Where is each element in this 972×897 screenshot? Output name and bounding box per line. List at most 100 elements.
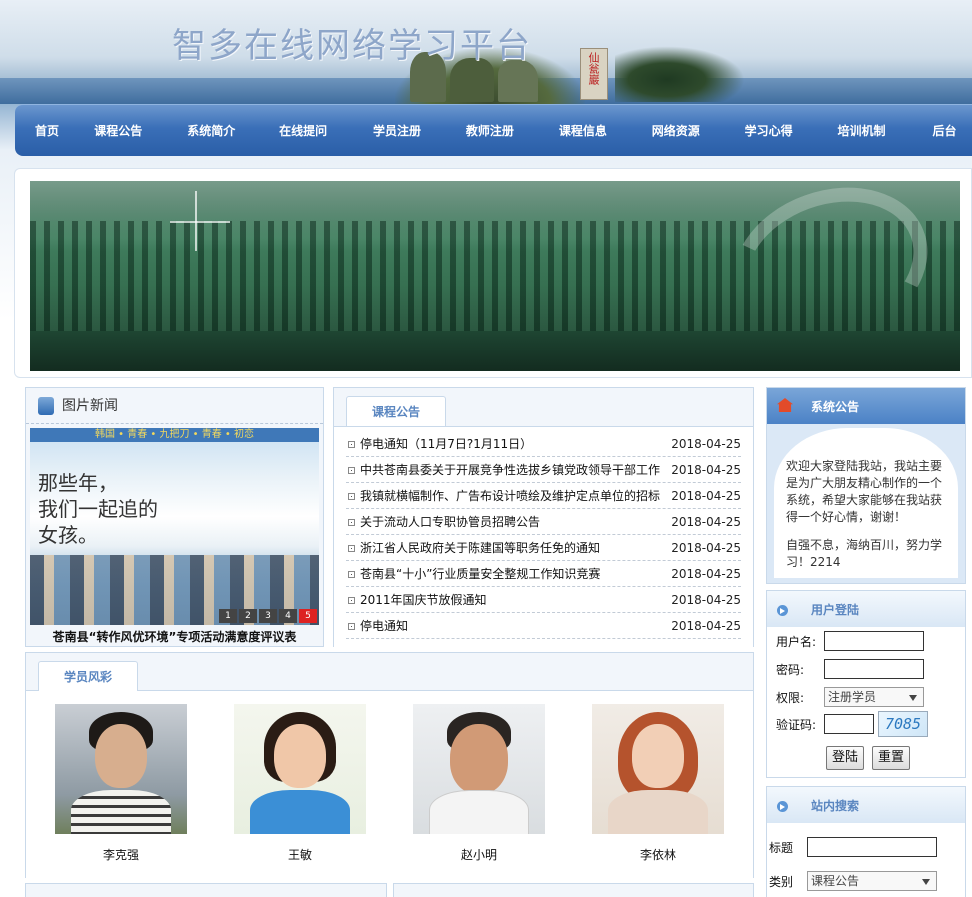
notice-item[interactable]: 2011年国庆节放假通知 2018-04-25: [346, 587, 741, 613]
notice-title[interactable]: 我镇就横幅制作、广告布设计喷绘及维护定点单位的招标: [360, 483, 671, 508]
nav-item-teacher-register[interactable]: 教师注册: [466, 122, 559, 139]
poster-topbar: 韩国 • 青春 • 九把刀 • 青春 • 初恋: [30, 428, 319, 442]
arrow-circle-icon: [777, 605, 788, 616]
username-label: 用户名:: [776, 634, 817, 649]
slide-page-button[interactable]: 3: [259, 609, 277, 623]
photo-body: [608, 790, 708, 834]
notice-date: 2018-04-25: [671, 541, 741, 555]
notice-title[interactable]: 关于流动人口专职协管员招聘公告: [360, 509, 671, 534]
password-label: 密码:: [776, 662, 805, 677]
header-stele: 仙瓮巖: [580, 48, 608, 100]
arrow-circle-icon: [777, 801, 788, 812]
chevron-down-icon: [922, 879, 930, 885]
student-card[interactable]: 李依林: [592, 704, 724, 863]
course-notice-panel: 停电通知（11月7日?1月11日） 2018-04-25 中共苍南县委关于开展竞争…: [333, 387, 754, 647]
nav-item-study-notes[interactable]: 学习心得: [745, 122, 838, 139]
tab-course-notice[interactable]: 课程公告: [346, 396, 447, 426]
username-input[interactable]: [824, 631, 924, 651]
notice-title[interactable]: 2011年国庆节放假通知: [360, 587, 671, 612]
notice-item[interactable]: 停电通知 2018-04-25: [346, 613, 741, 639]
photo-body: [71, 790, 171, 834]
nav-item-home[interactable]: 首页: [35, 122, 94, 139]
search-title-input[interactable]: [807, 837, 937, 857]
captcha-input[interactable]: [824, 714, 874, 734]
bottom-panel-left: [25, 883, 387, 897]
notice-title[interactable]: 中共苍南县委关于开展竞争性选拔乡镇党政领导干部工作: [360, 457, 671, 482]
notice-date: 2018-04-25: [671, 567, 741, 581]
search-title-label: 标题: [769, 840, 794, 855]
reset-button[interactable]: 重置: [872, 746, 911, 770]
picture-news-slide[interactable]: 韩国 • 青春 • 九把刀 • 青春 • 初恋 那些年， 我们一起追的 女孩。 …: [30, 428, 319, 625]
captcha-image[interactable]: 7085: [878, 711, 928, 737]
student-gallery-panel: 学员风彩 李克强 王敏 赵小明 李依林: [25, 652, 754, 878]
system-notice-panel: 系统公告 欢迎大家登陆我站，我站主要是为广大朋友精心制作的一个系统，希望大家能够…: [766, 387, 966, 584]
bullet-icon: [348, 571, 355, 578]
slide-page-button[interactable]: 1: [219, 609, 237, 623]
password-input[interactable]: [824, 659, 924, 679]
search-category-row: 类别 课程公告: [769, 870, 937, 892]
login-title: 用户登陆: [811, 603, 860, 617]
notice-item[interactable]: 浙江省人民政府关于陈建国等职务任免的通知 2018-04-25: [346, 535, 741, 561]
notice-date: 2018-04-25: [671, 437, 741, 451]
system-notice-title: 系统公告: [811, 400, 860, 414]
nav-item-course-info[interactable]: 课程信息: [559, 122, 652, 139]
bullet-icon: [348, 545, 355, 552]
nav-item-course-notice[interactable]: 课程公告: [94, 122, 187, 139]
notice-item[interactable]: 我镇就横幅制作、广告布设计喷绘及维护定点单位的招标 2018-04-25: [346, 483, 741, 509]
student-card[interactable]: 赵小明: [413, 704, 545, 863]
nav-item-admin[interactable]: 后台: [932, 122, 972, 139]
bullet-icon: [348, 441, 355, 448]
photo-face: [95, 724, 147, 788]
student-name: 赵小明: [460, 848, 497, 862]
photo-face: [632, 724, 684, 788]
notice-item[interactable]: 中共苍南县委关于开展竞争性选拔乡镇党政领导干部工作 2018-04-25: [346, 457, 741, 483]
captcha-row: 验证码: 7085: [776, 711, 928, 737]
notice-item[interactable]: 关于流动人口专职协管员招聘公告 2018-04-25: [346, 509, 741, 535]
search-category-select[interactable]: 课程公告: [807, 871, 937, 891]
role-select[interactable]: 注册学员: [824, 687, 924, 707]
notice-item[interactable]: 停电通知（11月7日?1月11日） 2018-04-25: [346, 431, 741, 457]
notice-title[interactable]: 苍南县“十小”行业质量安全整规工作知识竞赛: [360, 561, 671, 586]
search-title: 站内搜索: [811, 799, 860, 813]
notice-title[interactable]: 停电通知（11月7日?1月11日）: [360, 431, 671, 456]
slide-page-button-active[interactable]: 5: [299, 609, 317, 623]
slide-pager: 1 2 3 4 5: [217, 609, 317, 623]
notice-title[interactable]: 停电通知: [360, 613, 671, 638]
notice-title[interactable]: 浙江省人民政府关于陈建国等职务任免的通知: [360, 535, 671, 560]
slide-page-button[interactable]: 4: [279, 609, 297, 623]
course-notice-list: 停电通知（11月7日?1月11日） 2018-04-25 中共苍南县委关于开展竞争…: [334, 427, 753, 639]
nav-item-resources[interactable]: 网络资源: [652, 122, 745, 139]
picture-news-caption[interactable]: 苍南县“转作风优环境”专项活动满意度评议表: [26, 628, 323, 645]
tab-student-style[interactable]: 学员风彩: [38, 661, 139, 691]
student-photo[interactable]: [55, 704, 187, 834]
student-name: 李依林: [639, 848, 676, 862]
bullet-icon: [348, 519, 355, 526]
course-notice-list-area: 停电通知（11月7日?1月11日） 2018-04-25 中共苍南县委关于开展竞争…: [334, 426, 753, 647]
nav-item-training[interactable]: 培训机制: [838, 122, 933, 139]
slide-page-button[interactable]: 2: [239, 609, 257, 623]
username-row: 用户名:: [776, 630, 924, 652]
photo-body: [250, 790, 350, 834]
student-card[interactable]: 李克强: [55, 704, 187, 863]
picture-news-panel: 图片新闻 韩国 • 青春 • 九把刀 • 青春 • 初恋 那些年， 我们一起追的…: [25, 387, 324, 647]
picture-news-title: 图片新闻: [62, 398, 118, 414]
nav-item-student-register[interactable]: 学员注册: [373, 122, 466, 139]
banner-frame: [14, 168, 972, 378]
student-photo[interactable]: [592, 704, 724, 834]
header-palms: [615, 46, 745, 102]
student-photo[interactable]: [234, 704, 366, 834]
nav-item-ask-online[interactable]: 在线提问: [279, 122, 373, 139]
student-card[interactable]: 王敏: [234, 704, 366, 863]
student-photo[interactable]: [413, 704, 545, 834]
news-icon: [38, 397, 54, 415]
poster-script: 那些年， 我们一起追的 女孩。: [38, 471, 158, 547]
notice-item[interactable]: 苍南县“十小”行业质量安全整规工作知识竞赛 2018-04-25: [346, 561, 741, 587]
bullet-icon: [348, 467, 355, 474]
search-category-label: 类别: [769, 874, 794, 889]
notice-date: 2018-04-25: [671, 515, 741, 529]
system-notice-motto: 自强不息，海纳百川，努力学习！2214: [786, 538, 943, 569]
search-title-row: 标题: [769, 836, 937, 858]
login-button[interactable]: 登陆: [826, 746, 865, 770]
nav-item-about[interactable]: 系统简介: [187, 122, 279, 139]
stele-text: 仙瓮巖: [587, 52, 600, 85]
